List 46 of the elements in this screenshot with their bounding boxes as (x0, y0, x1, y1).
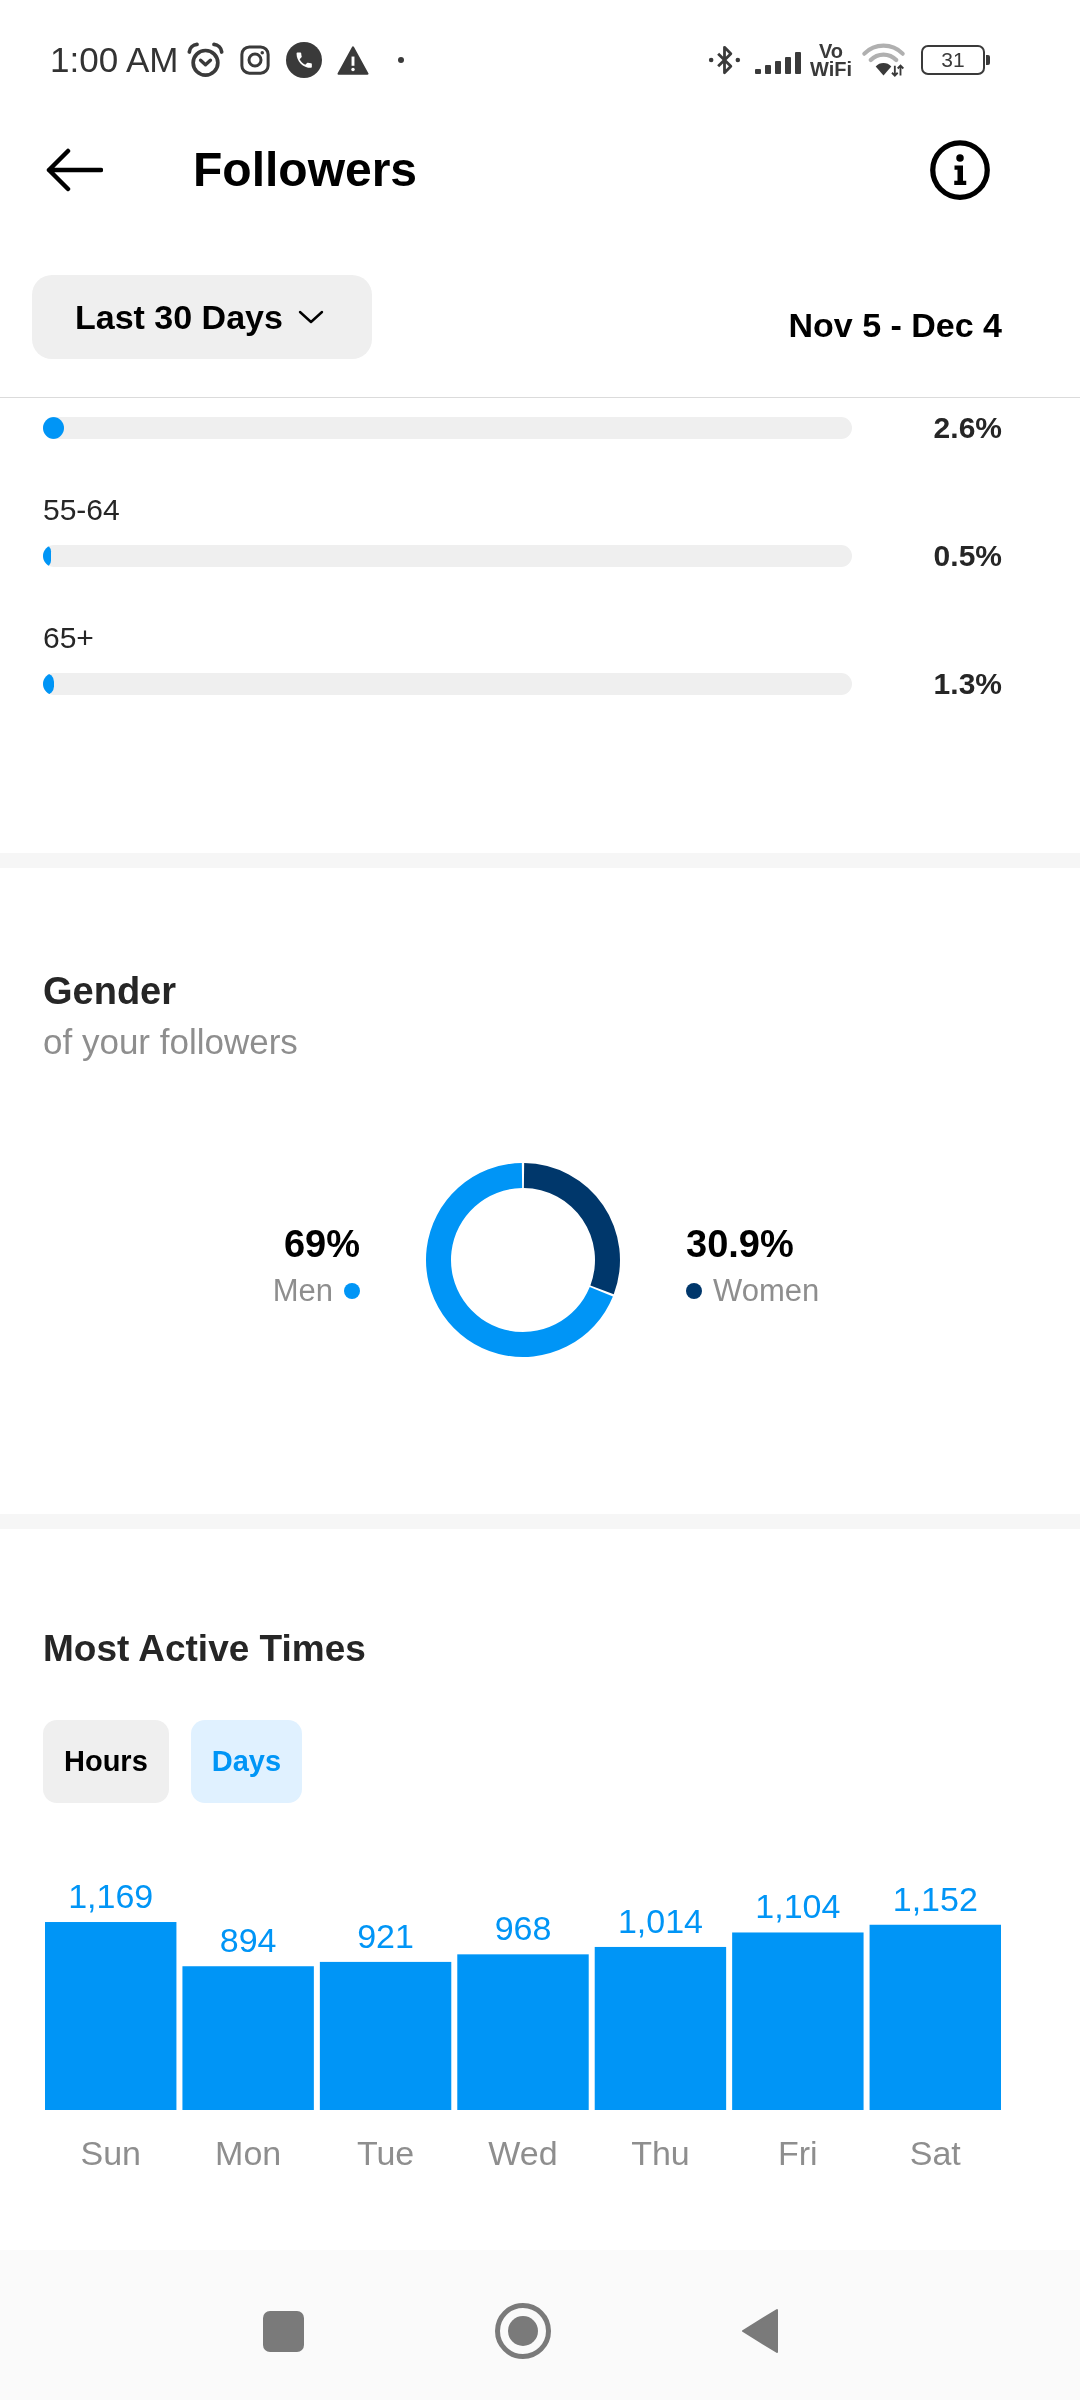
alarm-clock-icon (187, 41, 225, 79)
age-range-label: 65+ (43, 620, 94, 656)
percentage-value: 2.6% (933, 410, 1002, 446)
notification-dot-icon (398, 57, 405, 63)
bar-value-label: 968 (494, 1909, 552, 1948)
section-title: Most Active Times (43, 1627, 366, 1671)
battery-indicator: 31 (921, 45, 990, 75)
warning-icon (337, 45, 370, 75)
wifi-calling-label: Vo WiFi (809, 42, 853, 78)
chevron-down-icon (297, 310, 324, 324)
percentage-value: 1.3% (933, 666, 1002, 702)
day-label: Sun (80, 2134, 141, 2172)
signal-icon (755, 52, 801, 74)
legend-value: 30.9% (686, 1222, 794, 1266)
bar-value-label: 1,152 (892, 1879, 978, 1918)
home-icon[interactable] (495, 2303, 551, 2359)
back-icon[interactable] (45, 148, 103, 192)
info-icon[interactable] (930, 140, 990, 200)
section-subtitle: of your followers (43, 1022, 298, 1062)
recent-apps-icon[interactable] (263, 2310, 304, 2352)
status-time: 1:00 AM (50, 40, 179, 80)
date-range-label: Nov 5 - Dec 4 (788, 305, 1002, 345)
percentage-value: 0.5% (933, 538, 1002, 574)
tab[interactable]: Hours (43, 1720, 169, 1803)
bluetooth-icon (708, 43, 741, 77)
camera-icon (240, 45, 271, 75)
wifi-icon (861, 43, 906, 77)
day-label: Tue (356, 2134, 415, 2172)
page-title: Followers (193, 142, 418, 198)
section-title: Gender (43, 969, 177, 1014)
legend-value: 69% (283, 1222, 361, 1266)
day-label: Fri (778, 2134, 818, 2172)
phone-icon (286, 42, 323, 78)
day-label: Thu (631, 2134, 690, 2172)
bar-value-label: 1,014 (617, 1901, 703, 1940)
date-range-dropdown[interactable]: Last 30 Days (32, 275, 372, 359)
bar-value-label: 921 (357, 1916, 414, 1955)
day-label: Mon (215, 2134, 282, 2172)
legend-label: Men (272, 1272, 334, 1310)
day-label: Sat (909, 2134, 961, 2172)
bar-value-label: 894 (219, 1921, 277, 1960)
legend-label: Women (713, 1272, 820, 1310)
bar-value-label: 1,169 (68, 1877, 154, 1915)
day-label: Wed (488, 2134, 558, 2172)
bar-value-label: 1,104 (755, 1887, 841, 1926)
age-range-label: 55-64 (43, 492, 120, 528)
